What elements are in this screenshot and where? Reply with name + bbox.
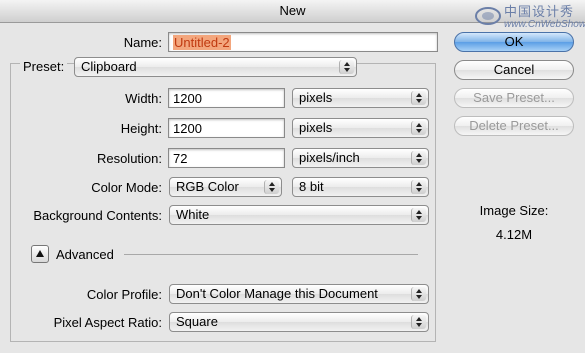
chevron-updown-icon	[264, 180, 279, 194]
preset-value: Clipboard	[81, 59, 137, 74]
color-profile-select[interactable]: Don't Color Manage this Document	[169, 284, 429, 304]
bit-depth-value: 8 bit	[299, 179, 324, 194]
pixel-aspect-ratio-select[interactable]: Square	[169, 312, 429, 332]
watermark-logo-icon	[475, 7, 501, 25]
name-label: Name:	[123, 35, 162, 50]
watermark: 中国设计秀 www.CnWebShow.com	[474, 1, 585, 35]
image-size-value: 4.12M	[495, 227, 533, 242]
advanced-toggle-button[interactable]	[31, 245, 49, 263]
color-profile-value: Don't Color Manage this Document	[176, 286, 378, 301]
chevron-updown-icon	[411, 315, 426, 329]
preset-select[interactable]: Clipboard	[74, 57, 357, 77]
background-contents-select[interactable]: White	[169, 205, 429, 225]
color-mode-select[interactable]: RGB Color	[169, 177, 282, 197]
ok-button[interactable]: OK	[454, 32, 574, 52]
resolution-unit-select[interactable]: pixels/inch	[292, 148, 429, 168]
height-field[interactable]: 1200	[168, 118, 285, 138]
delete-preset-button[interactable]: Delete Preset...	[454, 116, 574, 136]
advanced-label: Advanced	[56, 247, 114, 262]
background-contents-label: Background Contents:	[33, 208, 162, 223]
watermark-text-zh: 中国设计秀	[504, 4, 575, 19]
background-contents-value: White	[176, 207, 210, 222]
advanced-divider	[124, 254, 418, 255]
height-unit-value: pixels	[299, 120, 333, 135]
cancel-button[interactable]: Cancel	[454, 60, 574, 80]
chevron-updown-icon	[339, 60, 354, 74]
save-preset-button[interactable]: Save Preset...	[454, 88, 574, 108]
chevron-updown-icon	[411, 287, 426, 301]
width-unit-value: pixels	[299, 90, 333, 105]
width-field[interactable]: 1200	[168, 88, 285, 108]
watermark-text-en: www.CnWebShow.com	[504, 19, 585, 30]
color-profile-label: Color Profile:	[86, 287, 162, 302]
chevron-updown-icon	[411, 180, 426, 194]
resolution-field[interactable]: 72	[168, 148, 285, 168]
new-document-dialog: New 中国设计秀 www.CnWebShow.com Name: Untitl…	[0, 0, 585, 353]
pixel-aspect-ratio-value: Square	[176, 314, 218, 329]
chevron-updown-icon	[411, 121, 426, 135]
width-label: Width:	[125, 91, 162, 106]
name-value: Untitled-2	[173, 35, 231, 50]
resolution-unit-value: pixels/inch	[299, 150, 360, 165]
chevron-updown-icon	[411, 151, 426, 165]
name-field[interactable]: Untitled-2	[168, 32, 438, 52]
color-mode-label: Color Mode:	[91, 180, 162, 195]
bit-depth-select[interactable]: 8 bit	[292, 177, 429, 197]
height-unit-select[interactable]: pixels	[292, 118, 429, 138]
pixel-aspect-ratio-label: Pixel Aspect Ratio:	[53, 315, 162, 330]
color-mode-value: RGB Color	[176, 179, 239, 194]
width-unit-select[interactable]: pixels	[292, 88, 429, 108]
height-label: Height:	[120, 121, 162, 136]
chevron-updown-icon	[411, 208, 426, 222]
chevron-updown-icon	[411, 91, 426, 105]
preset-label: Preset:	[20, 59, 68, 74]
image-size-label: Image Size:	[479, 203, 549, 218]
resolution-label: Resolution:	[96, 151, 162, 166]
